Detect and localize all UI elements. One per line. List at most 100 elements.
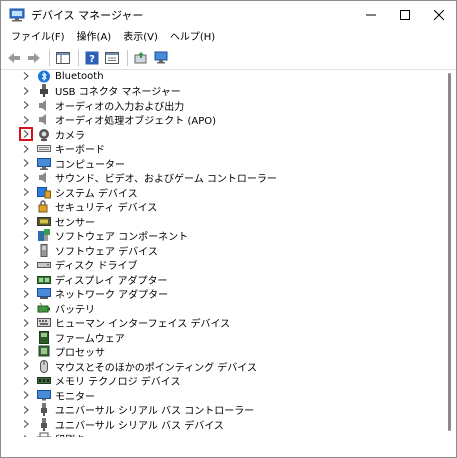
tree-item[interactable]: プロセッサ	[5, 345, 442, 359]
usb-icon	[37, 417, 51, 431]
tree-item[interactable]: ディスプレイ アダプター	[5, 272, 442, 287]
scan-hardware-button[interactable]	[152, 49, 170, 67]
expand-chevron-icon[interactable]	[21, 185, 31, 199]
tree-item-label: バッテリ	[55, 304, 95, 316]
tree-item[interactable]: ネットワーク アダプター	[5, 287, 442, 301]
back-button[interactable]	[5, 49, 23, 67]
mouse-icon	[37, 359, 51, 373]
expand-chevron-icon[interactable]	[21, 214, 31, 228]
expand-chevron-icon[interactable]	[21, 98, 31, 112]
keyboard-icon	[37, 142, 51, 155]
title-bar[interactable]: デバイス マネージャー	[1, 1, 456, 29]
expand-chevron-icon[interactable]	[21, 403, 31, 417]
expand-chevron-icon[interactable]	[21, 287, 31, 301]
tree-item[interactable]: カメラ	[5, 127, 442, 142]
tree-item[interactable]: ユニバーサル シリアル バス コントローラー	[5, 403, 442, 417]
tree-item[interactable]: コンピューター	[5, 156, 442, 171]
tree-item-label: ユニバーサル シリアル バス デバイス	[55, 420, 224, 432]
processor-icon	[37, 345, 51, 358]
horizontal-scrollbar[interactable]	[1, 441, 456, 457]
close-button[interactable]	[422, 1, 456, 29]
expand-chevron-icon[interactable]	[21, 69, 31, 83]
device-tree[interactable]: Bluetooth USB コネクタ マネージャー オーディオの入力および出力 オーデ…	[5, 69, 442, 437]
update-driver-icon	[134, 52, 147, 64]
tree-item[interactable]: ソフトウェア デバイス	[5, 243, 442, 258]
camera-icon	[37, 128, 51, 141]
tree-item[interactable]: 印刷キュー	[5, 432, 442, 437]
tree-item[interactable]: Bluetooth	[5, 69, 442, 84]
menu-action[interactable]: 操作(A)	[71, 29, 118, 47]
menu-view[interactable]: 表示(V)	[117, 29, 164, 47]
expand-chevron-icon[interactable]	[21, 374, 31, 388]
expand-chevron-icon[interactable]	[21, 243, 31, 257]
console-tree-icon	[56, 52, 70, 64]
tree-item[interactable]: ユニバーサル シリアル バス デバイス	[5, 417, 442, 432]
forward-button[interactable]	[25, 49, 43, 67]
expand-chevron-icon[interactable]	[21, 272, 31, 286]
tree-item[interactable]: バッテリ	[5, 301, 442, 316]
tree-item-label: USB コネクタ マネージャー	[55, 87, 181, 99]
menu-file[interactable]: ファイル(F)	[5, 29, 71, 47]
tree-item[interactable]: モニター	[5, 388, 442, 403]
expand-chevron-icon[interactable]	[21, 229, 31, 243]
expand-chevron-icon[interactable]	[21, 432, 31, 437]
vertical-scrollbar[interactable]	[444, 69, 454, 437]
expand-chevron-icon[interactable]	[21, 345, 31, 359]
vertical-scrollbar-thumb[interactable]	[448, 73, 451, 431]
expand-chevron-icon[interactable]	[21, 359, 31, 373]
toolbar-separator	[78, 50, 79, 66]
tree-item[interactable]: ヒューマン インターフェイス デバイス	[5, 316, 442, 330]
expand-chevron-icon[interactable]	[21, 200, 31, 214]
expand-chevron-icon[interactable]	[21, 388, 31, 402]
toolbar-separator	[127, 50, 128, 66]
speaker-icon	[37, 99, 51, 112]
tree-item[interactable]: メモリ テクノロジ デバイス	[5, 374, 442, 388]
tree-item[interactable]: オーディオ処理オブジェクト (APO)	[5, 113, 442, 127]
window-title: デバイス マネージャー	[31, 9, 144, 22]
expand-chevron-icon[interactable]	[21, 171, 31, 185]
software-device-icon	[37, 243, 51, 257]
device-manager-app-icon	[9, 8, 25, 22]
expand-chevron-icon[interactable]	[21, 84, 31, 98]
expand-chevron-icon[interactable]	[19, 127, 33, 142]
menu-help[interactable]: ヘルプ(H)	[164, 29, 221, 47]
expand-chevron-icon[interactable]	[21, 142, 31, 156]
expand-chevron-icon[interactable]	[21, 417, 31, 431]
tree-item[interactable]: システム デバイス	[5, 185, 442, 200]
tree-item[interactable]: オーディオの入力および出力	[5, 98, 442, 113]
expand-chevron-icon[interactable]	[21, 316, 31, 330]
tree-item[interactable]: マウスとそのほかのポインティング デバイス	[5, 359, 442, 374]
disk-drive-icon	[37, 258, 51, 271]
tree-item[interactable]: ディスク ドライブ	[5, 258, 442, 272]
tree-item[interactable]: セキュリティ デバイス	[5, 200, 442, 214]
expand-chevron-icon[interactable]	[21, 301, 31, 315]
expand-chevron-icon[interactable]	[21, 113, 31, 127]
back-arrow-icon	[8, 53, 20, 63]
device-manager-window: デバイス マネージャー ファイル(F) 操作(A) 表示(V) ヘルプ(H) ?	[0, 0, 457, 458]
software-component-icon	[37, 229, 51, 242]
system-device-icon	[37, 186, 51, 199]
forward-arrow-icon	[28, 53, 40, 63]
toolbar-separator	[49, 50, 50, 66]
tree-item-label: ソフトウェア デバイス	[55, 246, 158, 258]
help-button[interactable]: ?	[83, 49, 101, 67]
expand-chevron-icon[interactable]	[21, 258, 31, 272]
maximize-button[interactable]	[388, 1, 422, 29]
expand-chevron-icon[interactable]	[21, 156, 31, 170]
speaker-icon	[37, 113, 51, 126]
usb-connector-icon	[37, 84, 51, 98]
expand-chevron-icon[interactable]	[21, 330, 31, 344]
tree-item-label: ファームウェア	[55, 333, 125, 345]
tree-item[interactable]: ソフトウェア コンポーネント	[5, 229, 442, 243]
tree-item[interactable]: USB コネクタ マネージャー	[5, 84, 442, 99]
tree-item-label: マウスとそのほかのポインティング デバイス	[55, 362, 257, 374]
show-hide-console-tree-button[interactable]	[54, 49, 72, 67]
properties-button[interactable]	[103, 49, 121, 67]
tree-item[interactable]: センサー	[5, 214, 442, 229]
update-driver-button[interactable]	[132, 49, 150, 67]
minimize-button[interactable]	[354, 1, 388, 29]
tree-item[interactable]: ファームウェア	[5, 330, 442, 345]
tree-item[interactable]: サウンド、ビデオ、およびゲーム コントローラー	[5, 171, 442, 185]
tree-item[interactable]: キーボード	[5, 142, 442, 156]
tree-item-label: モニター	[55, 391, 95, 403]
